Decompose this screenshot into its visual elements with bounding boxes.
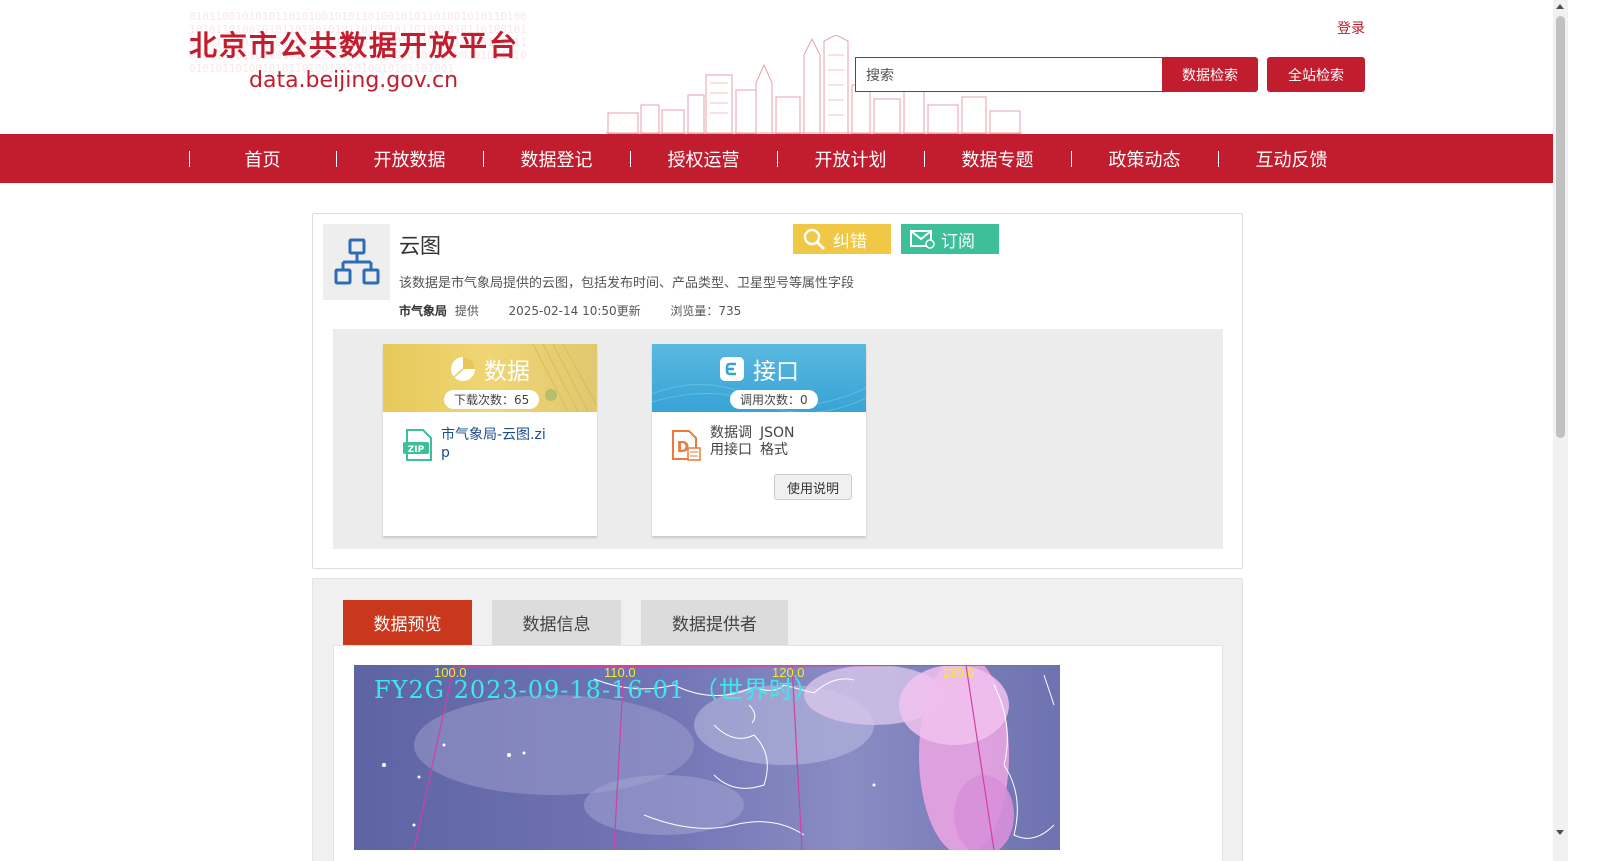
nav-item-feedback[interactable]: 互动反馈 [1218, 134, 1365, 183]
data-card-title: 数据 [484, 359, 530, 385]
page-scrollbar[interactable] [1553, 0, 1568, 861]
api-type-label: 数据调用接口 [710, 425, 752, 458]
satellite-cloud-image: 100.0 110.0 120.0 130.0 FY2G 2023-09-18-… [354, 665, 1060, 850]
tab-data-provider[interactable]: 数据提供者 [641, 600, 788, 645]
tab-data-info[interactable]: 数据信息 [492, 600, 621, 645]
longitude-label: 130.0 [942, 665, 975, 680]
nav-item-policy-news[interactable]: 政策动态 [1071, 134, 1218, 183]
tab-data-preview[interactable]: 数据预览 [343, 600, 472, 645]
svg-text:ZIP: ZIP [408, 445, 425, 455]
subscribe-label: 订阅 [941, 231, 975, 252]
report-error-button[interactable]: 纠错 [793, 224, 891, 254]
nav-item-authorized-operation[interactable]: 授权运营 [630, 134, 777, 183]
nav-item-home[interactable]: 首页 [189, 134, 336, 183]
api-icon [719, 356, 745, 382]
pie-chart-icon [450, 356, 476, 382]
nav-item-open-data[interactable]: 开放数据 [336, 134, 483, 183]
api-card-title: 接口 [753, 359, 799, 385]
dataset-updated: 2025-02-14 10:50更新 [508, 304, 641, 318]
preview-body: 100.0 110.0 120.0 130.0 FY2G 2023-09-18-… [333, 645, 1223, 861]
data-resource-card: 数据 下载次数：65 ZIP 市气象局-云图.zip [383, 344, 597, 536]
dataset-title: 云图 [399, 234, 441, 258]
hierarchy-icon [334, 238, 379, 285]
scroll-up-arrow-icon[interactable] [1556, 4, 1564, 9]
magnifier-icon [799, 224, 829, 254]
cloud-image-caption: FY2G 2023-09-18-16-01 （世界时） [374, 676, 819, 704]
dataset-icon-box [323, 224, 390, 300]
resources-area: 数据 下载次数：65 ZIP 市气象局-云图.zip 接口 调用次数：0 D 数… [333, 329, 1223, 549]
api-document-icon: D [672, 430, 701, 461]
main-nav: 首页 开放数据 数据登记 授权运营 开放计划 数据专题 政策动态 互动反馈 [0, 134, 1553, 183]
nav-item-data-topics[interactable]: 数据专题 [924, 134, 1071, 183]
dataset-provider: 市气象局 [399, 304, 448, 318]
scroll-thumb[interactable] [1556, 16, 1565, 438]
download-count-badge: 下载次数：65 [444, 390, 540, 409]
call-count-badge: 调用次数：0 [730, 390, 818, 409]
dataset-views: 浏览量：735 [670, 304, 742, 318]
logo-url: data.beijing.gov.cn [249, 68, 459, 93]
usage-instructions-button[interactable]: 使用说明 [774, 474, 852, 500]
site-logo[interactable]: 0101100101010110101001010110100101011010… [189, 10, 529, 128]
download-file-link[interactable]: 市气象局-云图.zip [441, 426, 551, 462]
data-search-button[interactable]: 数据检索 [1162, 57, 1258, 92]
zip-icon: ZIP [403, 429, 432, 461]
nav-item-open-plan[interactable]: 开放计划 [777, 134, 924, 183]
site-search-button[interactable]: 全站检索 [1267, 57, 1365, 92]
scroll-down-arrow-icon[interactable] [1556, 830, 1564, 835]
site-header: 0101100101010110101001010110100101011010… [0, 0, 1553, 134]
api-resource-card: 接口 调用次数：0 D 数据调用接口 JSON格式 使用说明 [652, 344, 866, 536]
dataset-description: 该数据是市气象局提供的云图，包括发布时间、产品类型、卫星型号等属性字段 [399, 276, 855, 291]
provider-suffix: 提供 [454, 304, 479, 318]
search-input[interactable] [855, 57, 1163, 92]
envelope-icon [907, 224, 937, 254]
subscribe-button[interactable]: 订阅 [901, 224, 999, 254]
api-format-label: JSON格式 [760, 425, 795, 458]
dataset-panel: 云图 纠错 订阅 该数据是市气象局提供的云图，包括发布时间、产品类型、卫星型号等… [312, 213, 1243, 569]
dataset-meta: 市气象局 提供 2025-02-14 10:50更新 浏览量：735 [399, 302, 745, 319]
report-error-label: 纠错 [833, 231, 867, 252]
api-card-header: 接口 调用次数：0 [652, 344, 866, 412]
logo-title: 北京市公共数据开放平台 [189, 29, 520, 62]
nav-item-data-registration[interactable]: 数据登记 [483, 134, 630, 183]
preview-panel: 数据预览 数据信息 数据提供者 100.0 110.0 120.0 130.0 … [312, 578, 1243, 861]
login-link[interactable]: 登录 [1337, 18, 1365, 38]
data-card-header: 数据 下载次数：65 [383, 344, 597, 412]
